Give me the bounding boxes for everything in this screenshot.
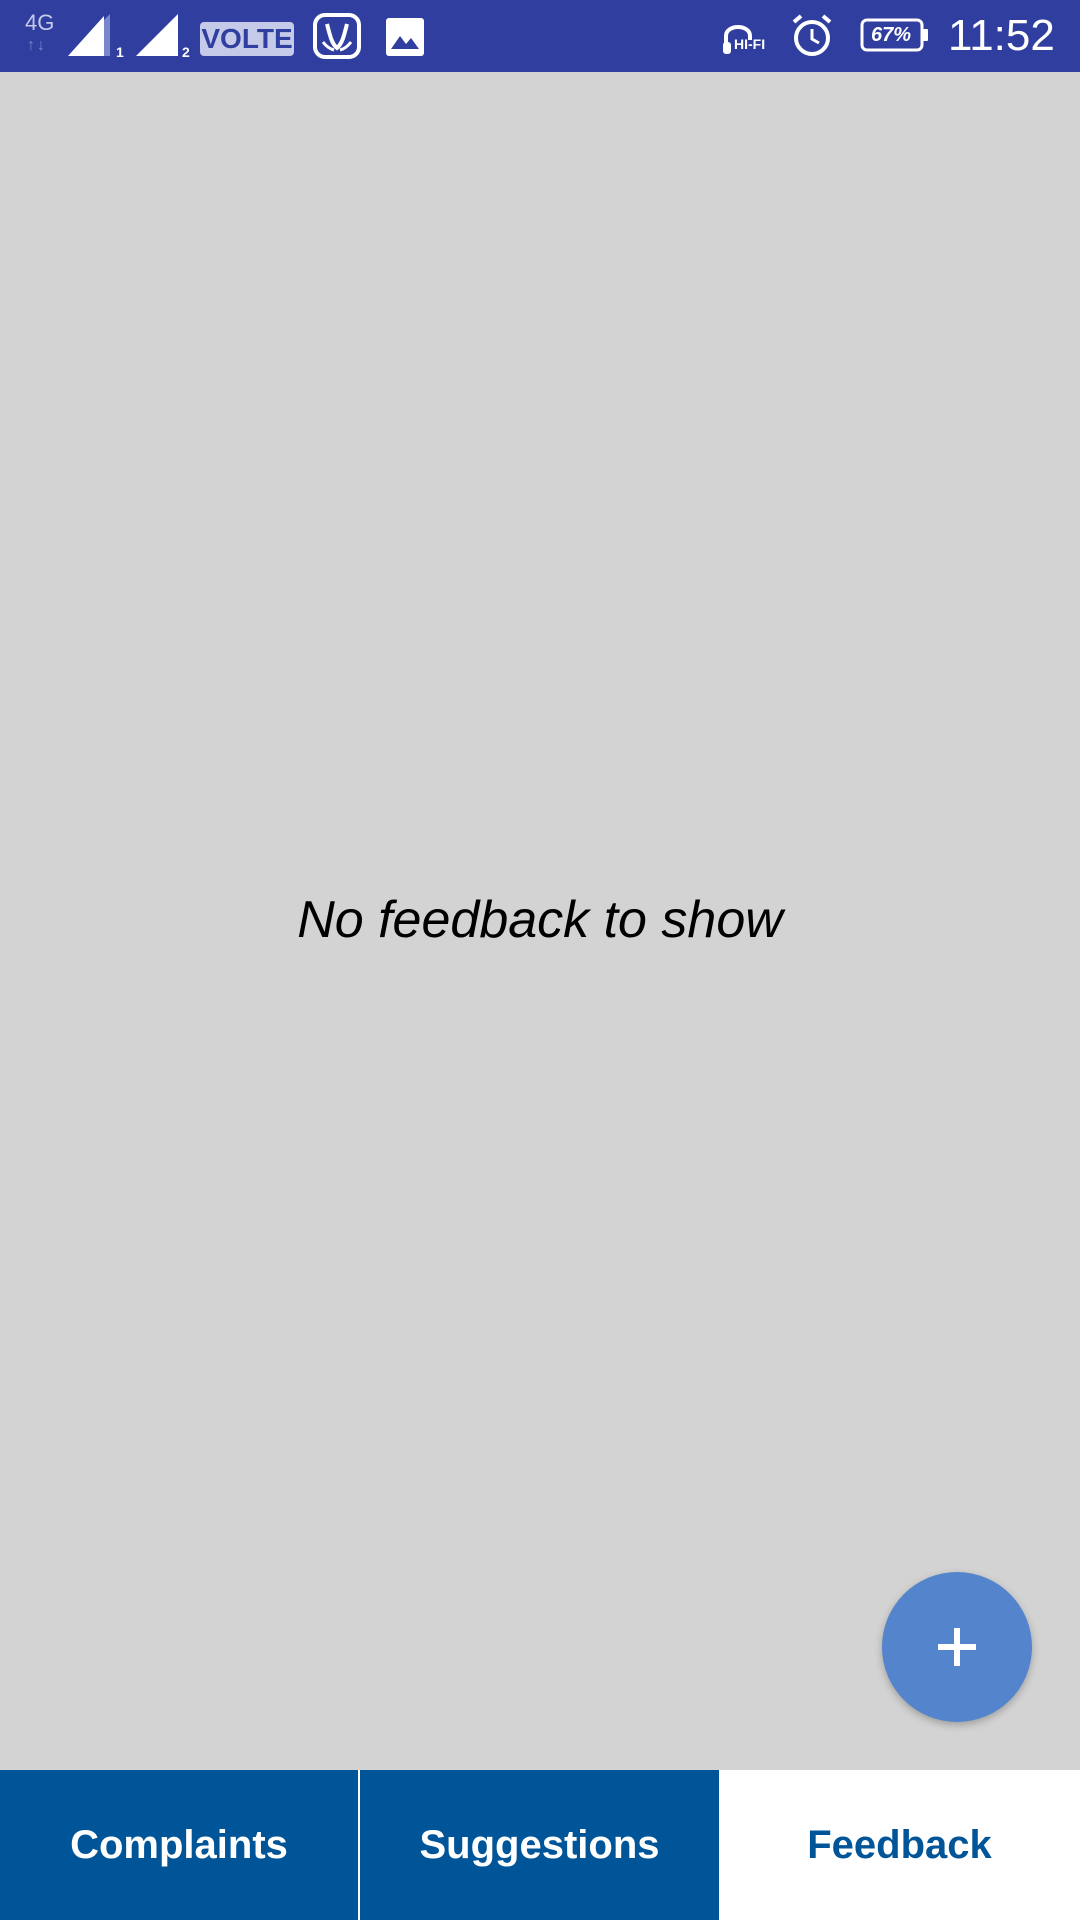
tab-feedback[interactable]: Feedback [719, 1770, 1080, 1920]
add-feedback-button[interactable] [882, 1572, 1032, 1722]
empty-state-message: No feedback to show [297, 891, 783, 949]
plus-icon [938, 1628, 976, 1666]
saavn-icon [312, 12, 362, 65]
tab-complaints[interactable]: Complaints [0, 1770, 358, 1920]
volte-badge: VOLTE [200, 22, 294, 56]
bottom-tab-bar: Complaints Suggestions Feedback [0, 1770, 1080, 1920]
hifi-headphones-icon: HI-FI [720, 14, 772, 63]
sim2-label: 2 [182, 44, 190, 60]
network-activity-arrows: ↑↓ [27, 37, 47, 54]
gallery-icon [384, 16, 426, 63]
sim1-label: 1 [116, 44, 124, 60]
tab-suggestions[interactable]: Suggestions [360, 1770, 719, 1920]
hifi-label: HI-FI [734, 36, 766, 52]
alarm-icon [788, 12, 836, 65]
status-bar: 4G ↑↓ 1 2 VOLTE HI-FI 67% 11:52 [0, 0, 1080, 72]
network-type-label: 4G [25, 10, 55, 35]
clock: 11:52 [948, 11, 1055, 60]
battery-percent: 67% [870, 24, 912, 46]
feedback-list-area: No feedback to show [0, 72, 1080, 1770]
